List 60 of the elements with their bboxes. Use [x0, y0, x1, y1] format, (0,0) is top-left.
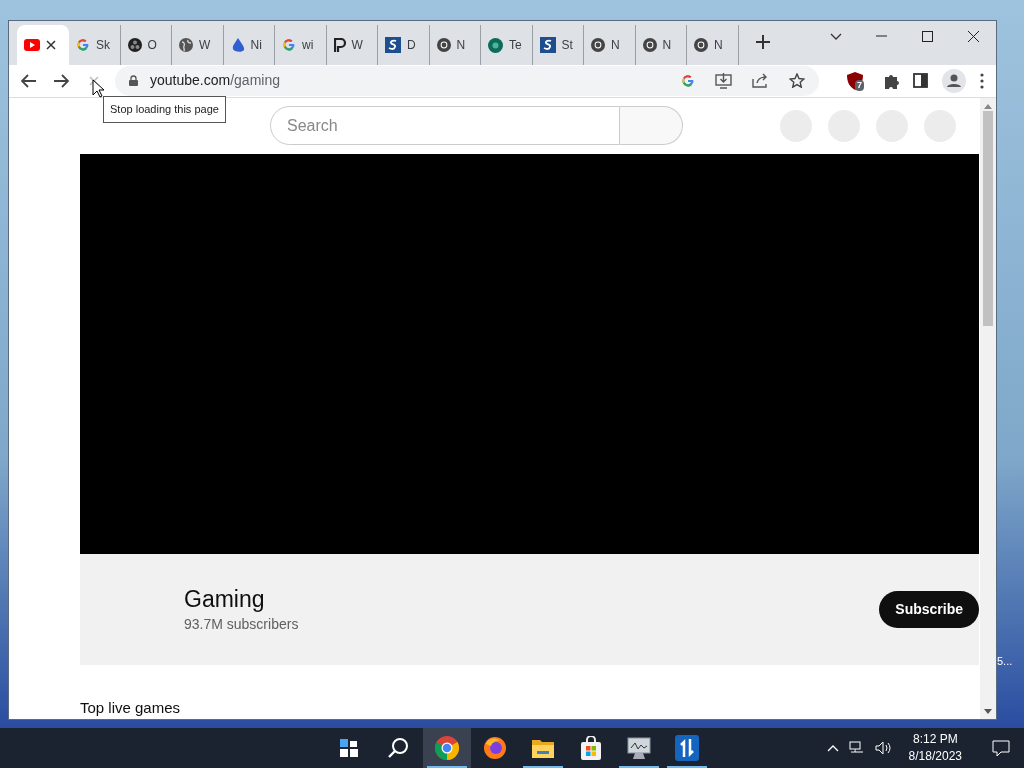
chrome-icon [642, 38, 657, 53]
badge-count: 7 [855, 79, 864, 91]
forward-arrow-icon[interactable] [53, 73, 69, 88]
network-icon[interactable] [848, 741, 865, 755]
circle-logo-icon [488, 37, 503, 53]
chrome-icon [436, 38, 451, 53]
square-logo-icon [385, 37, 401, 54]
video-play-icon [24, 39, 40, 52]
chrome-icon [435, 736, 459, 760]
close-icon [967, 30, 979, 42]
desktop-icon-label: 5... [997, 654, 1013, 669]
minimize-icon [875, 35, 887, 37]
clock[interactable]: 8:12 PM 8/18/2023 [902, 731, 968, 765]
drop-icon [230, 37, 245, 53]
fox-globe-icon [483, 736, 507, 760]
url-text: youtube.com/gaming [150, 71, 280, 91]
install-icon[interactable] [715, 72, 732, 89]
search-icon [387, 737, 409, 759]
letter-g-icon [681, 73, 695, 88]
folder-icon [531, 737, 555, 759]
speaker-icon[interactable] [874, 741, 893, 755]
star-icon[interactable] [789, 73, 805, 89]
subscribe-button[interactable]: Subscribe [879, 590, 979, 628]
scrollbar-thumb[interactable] [983, 110, 993, 326]
scroll-down-icon[interactable] [984, 709, 992, 715]
letter-g-icon [282, 38, 296, 53]
shopping-bag-icon [580, 736, 602, 760]
globe-icon [179, 38, 193, 53]
taskbar-app[interactable] [423, 728, 471, 768]
section-heading: Top live games [80, 697, 182, 718]
lock-icon [129, 75, 138, 87]
notification-icon[interactable] [992, 739, 1010, 757]
monitor-icon [626, 736, 652, 760]
subscriber-count: 93.7M subscribers [184, 614, 299, 634]
search-field[interactable]: Search [270, 106, 620, 145]
browser-tab[interactable] [17, 25, 69, 66]
address-bar[interactable]: youtube.com/gaming [115, 65, 819, 96]
back-arrow-icon[interactable] [21, 73, 37, 88]
circle-logo-icon [127, 38, 142, 53]
chevron-down-icon[interactable] [830, 33, 842, 41]
windows-logo-icon [340, 739, 358, 757]
puzzle-icon[interactable] [883, 72, 899, 89]
menu-icon[interactable] [980, 72, 984, 89]
maximize-icon [921, 30, 933, 42]
letter-g-icon [76, 38, 90, 53]
channel-name: Gaming [184, 584, 266, 614]
tooltip: Stop loading this page [103, 96, 226, 123]
profile-icon[interactable] [942, 68, 966, 93]
close-icon[interactable] [46, 40, 56, 51]
letter-p-icon [333, 38, 346, 53]
stop-icon[interactable] [89, 75, 99, 86]
share-icon[interactable] [752, 73, 769, 89]
chevron-up-icon[interactable] [826, 744, 839, 752]
extension-button[interactable]: 7 [847, 71, 865, 90]
chrome-icon [591, 38, 605, 53]
square-logo-icon [539, 37, 556, 54]
plus-icon[interactable] [755, 35, 770, 50]
side-panel-icon[interactable] [913, 73, 928, 89]
app-logo-icon [675, 735, 699, 761]
chrome-icon [694, 38, 708, 53]
